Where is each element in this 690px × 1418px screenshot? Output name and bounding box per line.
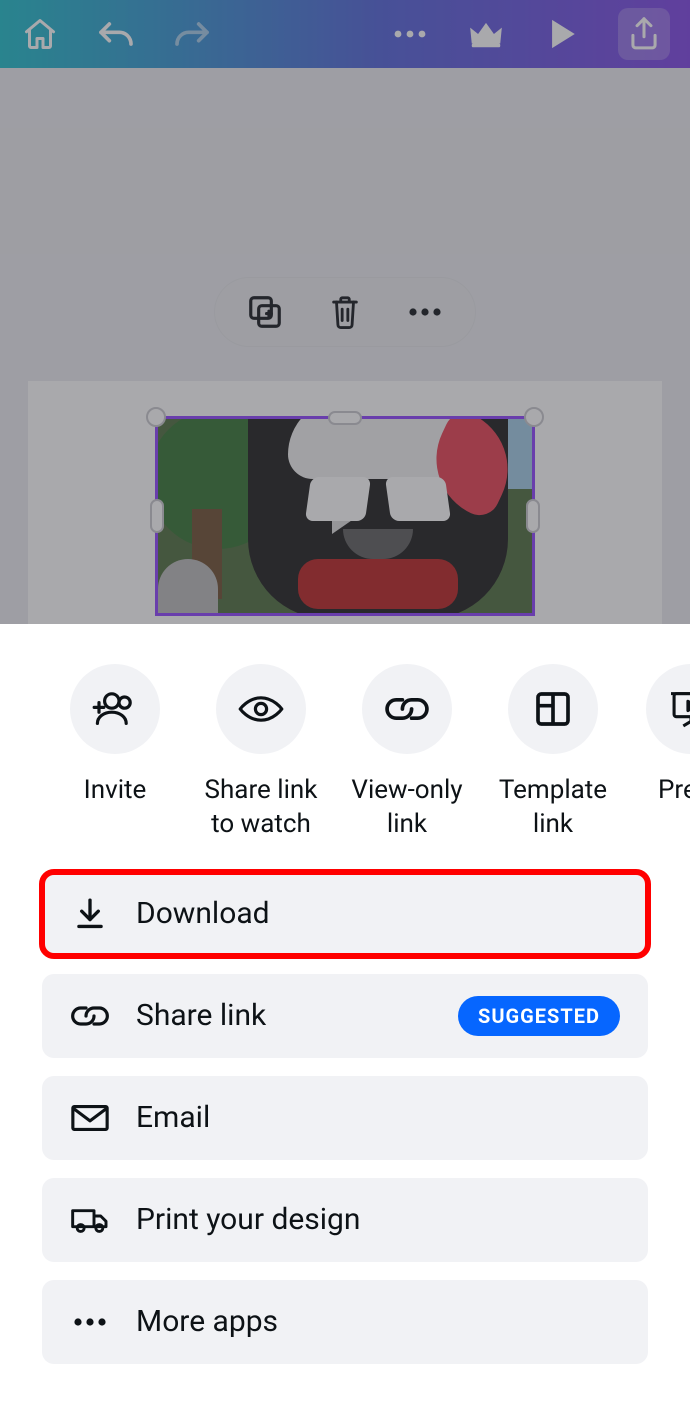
action-print[interactable]: Print your design bbox=[42, 1178, 648, 1262]
link-icon bbox=[70, 996, 110, 1036]
download-icon bbox=[70, 894, 110, 934]
action-email[interactable]: Email bbox=[42, 1076, 648, 1160]
present-icon bbox=[646, 664, 690, 754]
link-icon bbox=[362, 664, 452, 754]
suggested-badge: SUGGESTED bbox=[458, 996, 620, 1036]
action-label: Download bbox=[136, 896, 620, 931]
share-options-row: Invite Share link to watch View-only lin… bbox=[0, 664, 690, 842]
share-option-label: Template link bbox=[499, 774, 607, 842]
action-more-apps[interactable]: More apps bbox=[42, 1280, 648, 1364]
email-icon bbox=[70, 1098, 110, 1138]
share-option-template-link[interactable]: Template link bbox=[480, 664, 626, 842]
truck-icon bbox=[70, 1200, 110, 1240]
share-option-label: Share link to watch bbox=[205, 774, 318, 842]
action-label: More apps bbox=[136, 1304, 620, 1339]
eye-icon bbox=[216, 664, 306, 754]
action-label: Email bbox=[136, 1100, 620, 1135]
action-share-link[interactable]: Share link SUGGESTED bbox=[42, 974, 648, 1058]
share-sheet: Invite Share link to watch View-only lin… bbox=[0, 624, 690, 1418]
share-action-list: Download Share link SUGGESTED Email Prin… bbox=[0, 872, 690, 1364]
share-option-invite[interactable]: Invite bbox=[42, 664, 188, 842]
modal-overlay[interactable] bbox=[0, 0, 690, 628]
share-option-label: Invite bbox=[84, 774, 147, 808]
action-label: Share link bbox=[136, 998, 432, 1033]
template-icon bbox=[508, 664, 598, 754]
share-option-label: View-only link bbox=[351, 774, 462, 842]
share-option-view-only[interactable]: View-only link bbox=[334, 664, 480, 842]
action-label: Print your design bbox=[136, 1202, 620, 1237]
action-download[interactable]: Download bbox=[42, 872, 648, 956]
invite-icon bbox=[70, 664, 160, 754]
share-option-label: Prese bbox=[658, 774, 690, 808]
share-option-present[interactable]: Prese bbox=[626, 664, 690, 842]
share-option-share-link-watch[interactable]: Share link to watch bbox=[188, 664, 334, 842]
more-icon bbox=[70, 1302, 110, 1342]
